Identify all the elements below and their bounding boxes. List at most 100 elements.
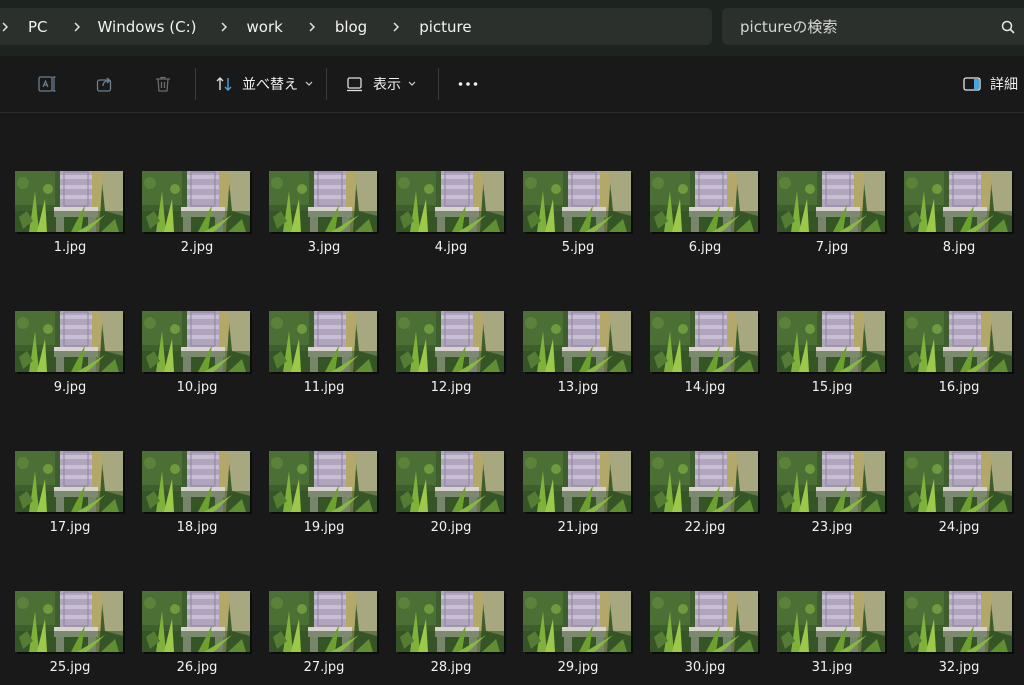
view-button[interactable]: 表示 [345,68,425,100]
search-input[interactable]: pictureの検索 [740,16,1000,37]
file-item[interactable]: 22.jpg [635,393,762,535]
file-item[interactable]: 7.jpg [762,113,889,255]
chevron-right-icon[interactable] [217,21,231,33]
file-thumbnail[interactable] [650,591,758,652]
file-thumbnail[interactable] [15,591,123,652]
file-item[interactable]: 27.jpg [254,533,381,675]
file-item[interactable]: 15.jpg [762,253,889,395]
file-thumbnail[interactable] [904,171,1012,232]
search-icon[interactable] [1000,19,1016,35]
breadcrumb-item-picture[interactable]: picture [419,18,471,36]
file-thumbnail[interactable] [142,591,250,652]
file-item[interactable]: 25.jpg [0,533,127,675]
file-thumbnail[interactable] [904,451,1012,512]
file-item[interactable]: 4.jpg [381,113,508,255]
sort-button[interactable]: 並べ替え [214,68,322,100]
file-item[interactable]: 5.jpg [508,113,635,255]
sort-icon [216,77,232,91]
file-item[interactable]: 19.jpg [254,393,381,535]
file-name: 25.jpg [49,660,91,675]
file-item[interactable]: 10.jpg [127,253,254,395]
file-item[interactable]: 8.jpg [889,113,1016,255]
file-thumbnail[interactable] [269,311,377,372]
command-bar: 並べ替え 表示 詳細 [0,56,1024,113]
file-thumbnail[interactable] [650,171,758,232]
share-icon[interactable] [95,74,115,94]
file-thumbnail[interactable] [269,591,377,652]
more-icon[interactable] [457,74,479,94]
file-thumbnail[interactable] [396,311,504,372]
file-name: 32.jpg [938,660,980,675]
file-thumbnail[interactable] [904,591,1012,652]
rename-icon[interactable] [37,74,57,94]
file-thumbnail[interactable] [396,171,504,232]
file-thumbnail[interactable] [15,171,123,232]
file-item[interactable]: 18.jpg [127,393,254,535]
file-name: 28.jpg [430,660,472,675]
file-item[interactable]: 21.jpg [508,393,635,535]
file-name: 27.jpg [303,660,345,675]
file-thumbnail[interactable] [15,451,123,512]
chevron-right-icon[interactable] [70,21,84,33]
file-item[interactable]: 3.jpg [254,113,381,255]
file-thumbnail[interactable] [523,591,631,652]
breadcrumb[interactable]: PC Windows (C:) work blog picture [0,8,712,45]
file-thumbnail[interactable] [650,311,758,372]
file-item[interactable]: 24.jpg [889,393,1016,535]
file-thumbnail[interactable] [142,311,250,372]
file-item[interactable]: 12.jpg [381,253,508,395]
file-item[interactable]: 1.jpg [0,113,127,255]
file-thumbnail[interactable] [142,171,250,232]
chevron-right-icon[interactable] [0,21,10,33]
breadcrumb-item-blog[interactable]: blog [335,18,367,36]
file-thumbnail[interactable] [269,451,377,512]
file-item[interactable]: 32.jpg [889,533,1016,675]
search-box[interactable]: pictureの検索 [722,8,1024,45]
file-item[interactable]: 28.jpg [381,533,508,675]
trash-icon[interactable] [153,74,173,94]
file-thumbnail[interactable] [777,311,885,372]
details-pane-icon [963,77,981,91]
file-item[interactable]: 31.jpg [762,533,889,675]
file-thumbnail[interactable] [904,311,1012,372]
breadcrumb-item-pc[interactable]: PC [28,18,48,36]
file-thumbnail[interactable] [650,451,758,512]
file-item[interactable]: 14.jpg [635,253,762,395]
file-thumbnail[interactable] [396,451,504,512]
file-item[interactable]: 6.jpg [635,113,762,255]
file-thumbnail[interactable] [396,591,504,652]
file-thumbnail[interactable] [777,591,885,652]
file-name: 31.jpg [811,660,853,675]
file-item[interactable]: 17.jpg [0,393,127,535]
file-name: 26.jpg [176,660,218,675]
toolbar-separator [438,68,439,100]
breadcrumb-item-work[interactable]: work [247,18,283,36]
file-thumbnail[interactable] [523,171,631,232]
file-item[interactable]: 16.jpg [889,253,1016,395]
chevron-right-icon[interactable] [389,21,403,33]
file-item[interactable]: 13.jpg [508,253,635,395]
file-thumbnail[interactable] [269,171,377,232]
file-item[interactable]: 23.jpg [762,393,889,535]
breadcrumb-item-drive[interactable]: Windows (C:) [98,18,197,36]
file-item[interactable]: 29.jpg [508,533,635,675]
view-label: 表示 [373,77,401,93]
chevron-right-icon[interactable] [305,21,319,33]
file-item[interactable]: 26.jpg [127,533,254,675]
toolbar-separator [195,68,196,100]
file-thumbnail[interactable] [523,311,631,372]
details-pane-button[interactable]: 詳細 [962,68,1018,100]
file-thumbnail[interactable] [523,451,631,512]
file-thumbnail[interactable] [142,451,250,512]
file-thumbnail[interactable] [777,451,885,512]
file-item[interactable]: 20.jpg [381,393,508,535]
file-item[interactable]: 11.jpg [254,253,381,395]
file-item[interactable]: 2.jpg [127,113,254,255]
file-thumbnail[interactable] [15,311,123,372]
toolbar-separator [326,68,327,100]
file-thumbnail[interactable] [777,171,885,232]
file-item[interactable]: 30.jpg [635,533,762,675]
file-item[interactable]: 9.jpg [0,253,127,395]
view-icon [347,77,362,92]
details-label: 詳細 [990,77,1018,93]
